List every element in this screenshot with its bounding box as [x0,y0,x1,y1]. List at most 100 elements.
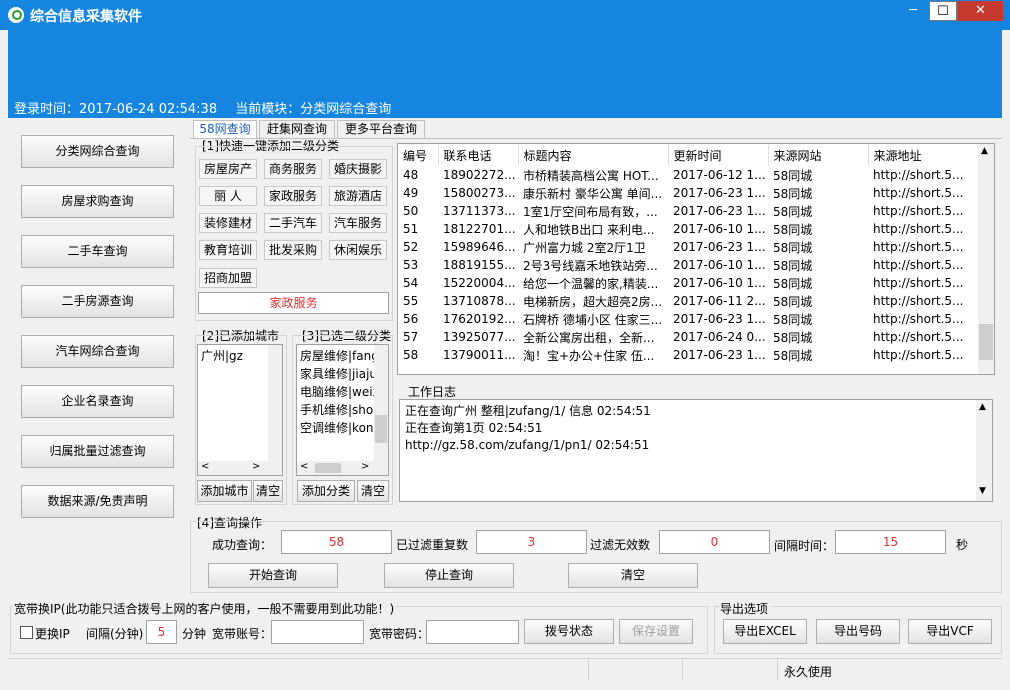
category-leisure[interactable]: 休闲娱乐 [329,240,387,260]
subcats-hscroll[interactable]: < > [297,461,388,475]
tab-more[interactable]: 更多平台查询 [337,120,425,138]
table-row[interactable]: 48 18902272... 市桥精装高档公寓 HOT... 2017-06-12 1… [398,166,978,184]
password-label: 宽带密码： [369,627,430,641]
col-header[interactable]: 更新时间 [668,144,769,166]
subcats-vscroll[interactable] [374,345,388,461]
password-input[interactable] [426,620,519,644]
table-row[interactable]: 56 17620192... 石牌桥 德埔小区 住家三... 2017-06-23 1… [398,310,978,328]
table-cell: 石牌桥 德埔小区 住家三... [523,312,663,327]
subcat-item[interactable]: 手机维修|shou [300,401,385,419]
col-header[interactable]: 标题内容 [518,144,669,166]
table-cell: http://short.5... [873,312,964,326]
subcat-item[interactable]: 家具维修|jiaju [300,365,385,383]
sidebar-item-used-house[interactable]: 二手房源查询 [21,285,174,318]
table-cell: 18122701... [443,222,516,236]
invalid-label: 过滤无效数 [590,538,651,552]
table-cell: 电梯新房，超大超亮2房... [523,294,663,309]
sidebar-item-company[interactable]: 企业名录查询 [21,385,174,418]
table-cell: 2017-06-12 1... [673,168,766,182]
tab-ganji[interactable]: 赶集网查询 [259,120,335,138]
stop-query-button[interactable]: 停止查询 [384,563,514,588]
result-grid[interactable]: 编号 联系电话 标题内容 更新时间 来源网站 来源地址 48 18902272..… [397,143,995,375]
sidebar-item-house-wanted[interactable]: 房屋求购查询 [21,185,174,218]
current-module: 分类网综合查询 [300,102,392,117]
table-row[interactable]: 55 13710878... 电梯新房，超大超亮2房... 2017-06-11 2.… [398,292,978,310]
category-education[interactable]: 教育培训 [199,240,257,260]
table-row[interactable]: 53 18819155... 2号3号线嘉禾地铁站旁... 2017-06-10 1.… [398,256,978,274]
category-beauty[interactable]: 丽 人 [199,186,257,206]
category-wedding[interactable]: 婚庆摄影 [329,159,387,179]
table-cell: http://short.5... [873,204,964,218]
maximize-button[interactable]: ☐ [929,1,957,21]
table-cell: 13790011... [443,348,516,362]
subcat-item[interactable]: 房屋维修|fang [300,347,385,365]
export-excel-button[interactable]: 导出EXCEL [723,619,807,644]
table-cell: 13925077... [443,330,516,344]
category-travel[interactable]: 旅游酒店 [329,186,387,206]
minimize-button[interactable]: ─ [898,1,928,21]
table-row[interactable]: 50 13711373... 1室1厅空间布局有致，... 2017-06-23 1.… [398,202,978,220]
add-city-button[interactable]: 添加城市 [197,480,252,502]
invalid-count: 0 [659,530,770,554]
cities-list[interactable]: 广州|gz < > [197,344,283,476]
table-row[interactable]: 52 15989646... 广州富力城 2室2厅1卫 2017-06-23 1...… [398,238,978,256]
sidebar-item-batch-filter[interactable]: 归属批量过滤查询 [21,435,174,468]
log-area[interactable]: 正在查询广州 整租|zufang/1/ 信息 02:54:51 正在查询第1页 … [399,399,993,502]
export-vcf-button[interactable]: 导出VCF [908,619,992,644]
dial-interval-input[interactable]: 5 [146,620,177,644]
category-used-car[interactable]: 二手汽车 [264,213,322,233]
table-row[interactable]: 57 13925077... 全新公寓房出租，全新... 2017-06-24 0..… [398,328,978,346]
sidebar-item-used-car[interactable]: 二手车查询 [21,235,174,268]
category-wholesale[interactable]: 批发采购 [264,240,322,260]
account-input[interactable] [271,620,364,644]
export-phone-button[interactable]: 导出号码 [816,619,900,644]
category-business[interactable]: 商务服务 [264,159,322,179]
table-row[interactable]: 54 15220004... 给您一个温馨的家,精装... 2017-06-10 1.… [398,274,978,292]
clear-query-button[interactable]: 清空 [568,563,698,588]
category-housekeeping[interactable]: 家政服务 [264,186,322,206]
col-header[interactable]: 联系电话 [438,144,519,166]
export-title: 导出选项 [720,600,772,617]
grid-vscroll[interactable]: ▲ [978,144,994,374]
table-cell: 57 [403,330,419,344]
tab-58[interactable]: 58网查询 [193,120,257,138]
table-cell: 15800273... [443,186,516,200]
col-header[interactable]: 来源网站 [768,144,869,166]
table-row[interactable]: 49 15800273... 康乐新村 豪华公寓 单间... 2017-06-23 1… [398,184,978,202]
log-line: http://gz.58.com/zufang/1/pn1/ 02:54:51 [405,438,650,452]
table-cell: 2017-06-10 1... [673,222,766,236]
table-row[interactable]: 58 13790011... 淘！宝+办公+住家 伍... 2017-06-23 1.… [398,346,978,364]
clear-subcats-button[interactable]: 清空 [357,480,389,502]
dial-status-button[interactable]: 拨号状态 [524,619,614,644]
log-vscroll[interactable]: ▲ ▼ [976,400,992,501]
dial-interval-unit: 分钟 [182,627,207,641]
sidebar-item-auto[interactable]: 汽车网综合查询 [21,335,174,368]
add-subcat-button[interactable]: 添加分类 [297,480,355,502]
table-cell: 2017-06-23 1... [673,240,766,254]
close-button[interactable]: ✕ [958,1,1003,21]
clear-cities-button[interactable]: 清空 [253,480,283,502]
sidebar-item-disclaimer[interactable]: 数据来源/免责声明 [21,485,174,518]
save-settings-button[interactable]: 保存设置 [619,619,693,644]
category-auto-service[interactable]: 汽车服务 [329,213,387,233]
log-line: 正在查询广州 整租|zufang/1/ 信息 02:54:51 [405,404,651,418]
table-cell: 48 [403,168,419,182]
category-decoration[interactable]: 装修建材 [199,213,257,233]
cities-vscroll[interactable] [268,345,282,461]
start-query-button[interactable]: 开始查询 [208,563,338,588]
cities-hscroll[interactable]: < > [198,461,282,475]
category-franchise[interactable]: 招商加盟 [199,268,257,288]
sidebar-item-classified[interactable]: 分类网综合查询 [21,135,174,168]
table-row[interactable]: 51 18122701... 人和地铁B出口 来利电... 2017-06-10 1.… [398,220,978,238]
change-ip-checkbox[interactable] [20,626,33,639]
table-cell: http://short.5... [873,258,964,272]
col-header[interactable]: 编号 [398,144,439,166]
selected-category-field[interactable]: 家政服务 [198,292,389,314]
subcat-item[interactable]: 电脑维修|weix [300,383,385,401]
category-house[interactable]: 房屋房产 [199,159,257,179]
subcat-item[interactable]: 空调维修|kon [300,419,385,437]
subcats-list[interactable]: 房屋维修|fang 家具维修|jiaju 电脑维修|weix 手机维修|shou… [296,344,389,476]
interval-input[interactable]: 15 [835,530,946,554]
table-cell: http://short.5... [873,348,964,362]
col-header[interactable]: 来源地址 [868,144,979,166]
